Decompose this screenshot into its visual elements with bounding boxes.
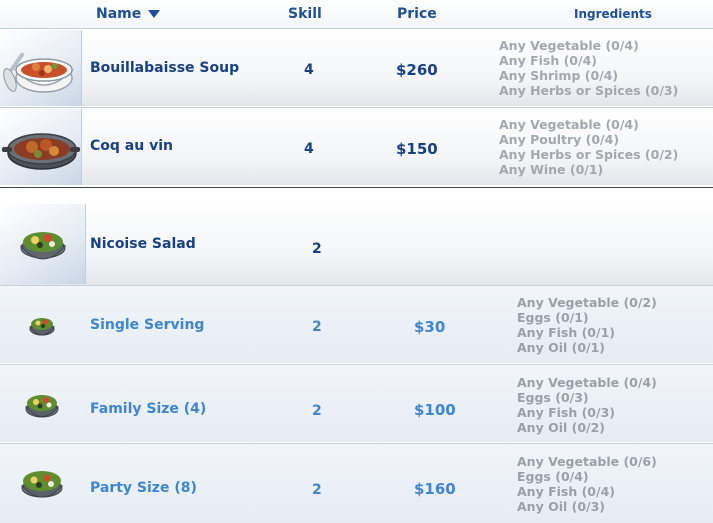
ingredient-list: Any Vegetable (0/4) Any Poultry (0/4) An… bbox=[499, 117, 678, 177]
salad-bowl-icon bbox=[0, 287, 82, 363]
serving-name: Party Size (8) bbox=[90, 480, 197, 496]
recipe-skill: 4 bbox=[304, 62, 314, 78]
ingredient-item: Any Oil (0/3) bbox=[517, 499, 606, 514]
stew-pan-icon bbox=[0, 109, 82, 185]
ingredient-item: Any Herbs or Spices (0/2) bbox=[499, 147, 679, 162]
salad-bowl-icon bbox=[0, 366, 82, 442]
ingredient-list: Any Vegetable (0/2) Eggs (0/1) Any Fish … bbox=[517, 295, 657, 355]
panel-divider bbox=[0, 187, 713, 201]
ingredient-item: Any Herbs or Spices (0/3) bbox=[499, 83, 679, 98]
ingredient-item: Any Poultry (0/4) bbox=[499, 132, 620, 147]
salad-bowl-icon bbox=[0, 445, 82, 521]
recipe-name: Bouillabaisse Soup bbox=[90, 60, 240, 76]
serving-row-family[interactable]: Family Size (4) 2 $100 Any Vegetable (0/… bbox=[0, 364, 713, 442]
serving-skill: 2 bbox=[312, 319, 322, 335]
column-header-bar: Name Skill Price Ingredients bbox=[0, 0, 713, 28]
ingredient-item: Any Fish (0/1) bbox=[517, 325, 615, 340]
serving-skill: 2 bbox=[312, 482, 322, 498]
recipe-price: $150 bbox=[396, 140, 438, 158]
ingredient-item: Any Vegetable (0/4) bbox=[517, 375, 657, 390]
soup-bowl-icon bbox=[0, 30, 82, 106]
sort-descending-icon bbox=[148, 10, 161, 18]
recipe-skill: 2 bbox=[312, 241, 322, 257]
ingredient-item: Any Wine (0/1) bbox=[499, 162, 604, 177]
recipe-skill: 4 bbox=[304, 141, 314, 157]
ingredient-item: Any Oil (0/1) bbox=[517, 340, 606, 355]
serving-row-party[interactable]: Party Size (8) 2 $160 Any Vegetable (0/6… bbox=[0, 443, 713, 523]
recipe-list-bottom: Nicoise Salad 2 Single Serving 2 $30 Any… bbox=[0, 201, 713, 523]
serving-name: Single Serving bbox=[90, 317, 205, 333]
ingredient-item: Eggs (0/1) bbox=[517, 310, 589, 325]
recipe-name: Coq au vin bbox=[90, 138, 173, 154]
recipe-list-top: Name Skill Price Ingredients Bouillabais… bbox=[0, 0, 713, 187]
serving-name: Family Size (4) bbox=[90, 401, 207, 417]
recipe-name: Nicoise Salad bbox=[90, 236, 196, 252]
ingredient-list: Any Vegetable (0/6) Eggs (0/4) Any Fish … bbox=[517, 454, 657, 514]
serving-price: $30 bbox=[414, 318, 446, 336]
ingredient-item: Eggs (0/3) bbox=[517, 390, 589, 405]
ingredient-item: Any Vegetable (0/4) bbox=[499, 117, 639, 132]
recipe-price: $260 bbox=[396, 61, 438, 79]
ingredient-item: Any Fish (0/3) bbox=[517, 405, 615, 420]
ingredient-item: Any Fish (0/4) bbox=[499, 53, 597, 68]
column-header-skill[interactable]: Skill bbox=[288, 6, 322, 22]
ingredient-item: Eggs (0/4) bbox=[517, 469, 589, 484]
recipe-row-coq-au-vin[interactable]: Coq au vin 4 $150 Any Vegetable (0/4) An… bbox=[0, 107, 713, 185]
ingredient-item: Any Oil (0/2) bbox=[517, 420, 606, 435]
recipe-group-nicoise[interactable]: Nicoise Salad 2 bbox=[0, 201, 713, 285]
salad-bowl-icon bbox=[0, 204, 86, 284]
serving-skill: 2 bbox=[312, 403, 322, 419]
serving-price: $160 bbox=[414, 480, 456, 498]
ingredient-list: Any Vegetable (0/4) Any Fish (0/4) Any S… bbox=[499, 38, 678, 98]
serving-price: $100 bbox=[414, 401, 456, 419]
recipe-row-bouillabaisse[interactable]: Bouillabaisse Soup 4 $260 Any Vegetable … bbox=[0, 28, 713, 106]
serving-row-single[interactable]: Single Serving 2 $30 Any Vegetable (0/2)… bbox=[0, 285, 713, 363]
ingredient-item: Any Fish (0/4) bbox=[517, 484, 615, 499]
ingredient-item: Any Vegetable (0/4) bbox=[499, 38, 639, 53]
ingredient-item: Any Vegetable (0/2) bbox=[517, 295, 657, 310]
column-header-ingredients[interactable]: Ingredients bbox=[574, 7, 652, 21]
ingredient-item: Any Vegetable (0/6) bbox=[517, 454, 657, 469]
ingredient-item: Any Shrimp (0/4) bbox=[499, 68, 619, 83]
ingredient-list: Any Vegetable (0/4) Eggs (0/3) Any Fish … bbox=[517, 375, 657, 435]
column-header-price[interactable]: Price bbox=[397, 6, 437, 22]
column-header-name-label: Name bbox=[96, 6, 142, 22]
column-header-name[interactable]: Name bbox=[96, 6, 161, 22]
